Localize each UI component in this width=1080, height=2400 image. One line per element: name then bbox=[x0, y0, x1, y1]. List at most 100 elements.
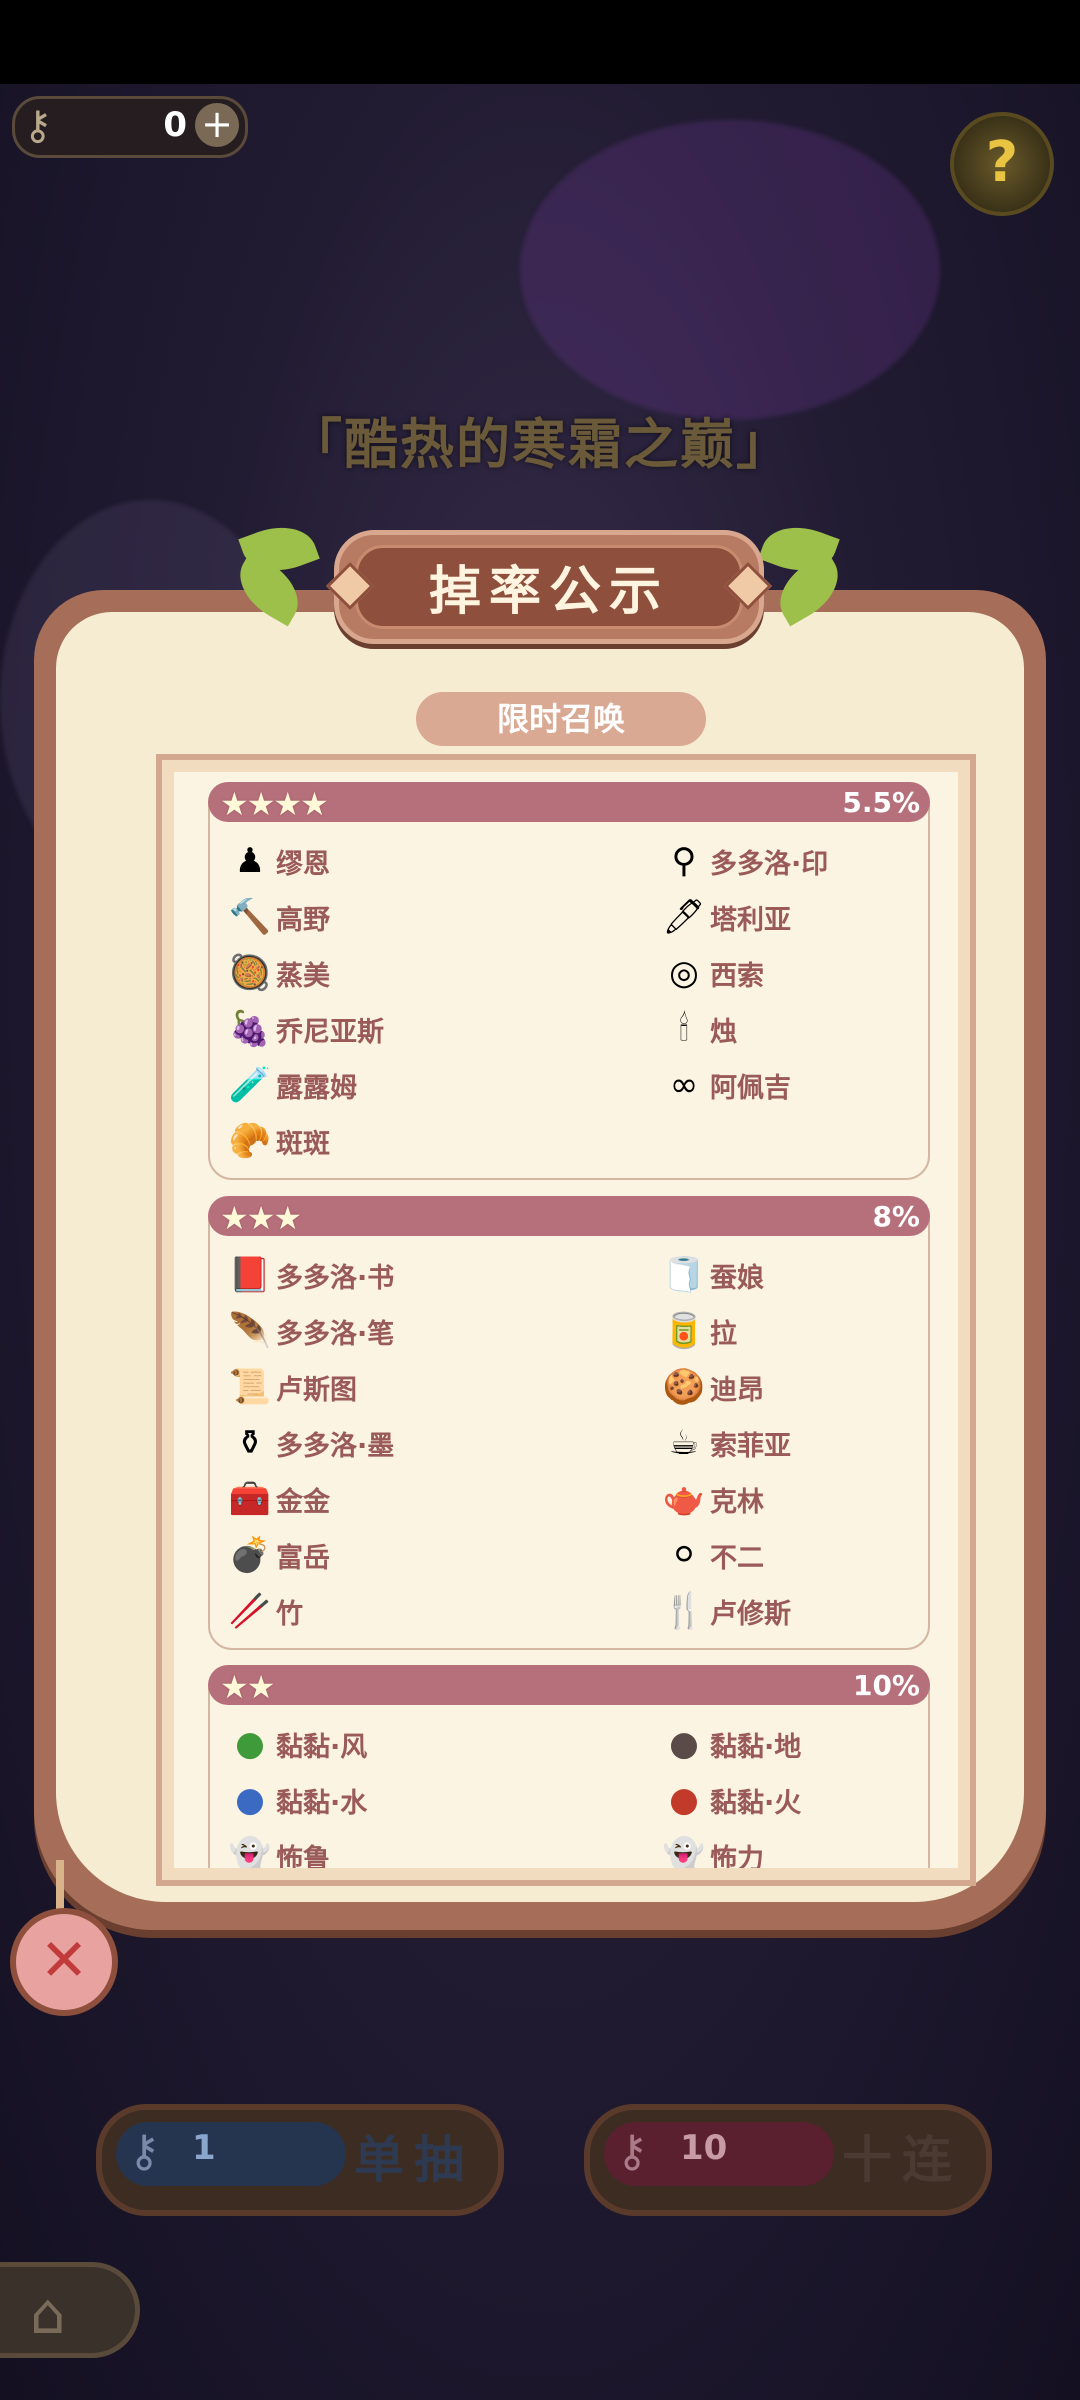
character-icon: 🫖 bbox=[662, 1479, 706, 1519]
character-name: 高野 bbox=[276, 904, 330, 936]
drop-rate: 10% bbox=[852, 1669, 920, 1702]
character-name: 阿佩吉 bbox=[710, 1072, 791, 1104]
character-name: 富岳 bbox=[276, 1542, 330, 1574]
help-button[interactable]: ? bbox=[950, 112, 1054, 216]
character-item: 🧰 金金 bbox=[228, 1474, 330, 1524]
character-name: 多多洛·书 bbox=[276, 1262, 395, 1294]
rate-list[interactable]: ★★★★ 5.5% ♟ 缪恩 ⚲ 多多洛·印 🔨 高野 🖊 塔利亚 🥘 蒸美 ◎ 西索 🍇 乔尼亚斯 🕯 烛 🧪 露露… bbox=[174, 772, 958, 1868]
character-icon: 🍴 bbox=[662, 1591, 706, 1631]
drop-rate: 5.5% bbox=[842, 786, 920, 819]
character-item: ◎ 西索 bbox=[662, 948, 764, 998]
character-item: 🔨 高野 bbox=[228, 892, 330, 942]
character-icon: ∞ bbox=[669, 1065, 699, 1105]
character-item: ♟ 缪恩 bbox=[228, 836, 330, 886]
character-icon: 🍇 bbox=[228, 1009, 272, 1049]
character-name: 多多洛·墨 bbox=[276, 1430, 395, 1462]
character-name: 黏黏·火 bbox=[710, 1787, 802, 1819]
character-item: 🖊 塔利亚 bbox=[662, 892, 791, 942]
character-name: 金金 bbox=[276, 1486, 330, 1518]
rarity-header: ★★★★ 5.5% bbox=[208, 782, 930, 823]
character-icon: 🪶 bbox=[228, 1311, 272, 1351]
character-name: 斑斑 bbox=[276, 1128, 330, 1160]
rarity-header: ★★ 10% bbox=[208, 1665, 930, 1706]
bg-glow bbox=[520, 120, 940, 420]
key-icon: ⚷ bbox=[616, 2126, 649, 2177]
character-name: 塔利亚 bbox=[710, 904, 791, 936]
rate-list-frame: ★★★★ 5.5% ♟ 缪恩 ⚲ 多多洛·印 🔨 高野 🖊 塔利亚 🥘 蒸美 ◎ 西索 🍇 乔尼亚斯 🕯 烛 🧪 露露… bbox=[156, 754, 976, 1886]
character-name: 拉 bbox=[710, 1318, 737, 1350]
character-name: 黏黏·水 bbox=[276, 1787, 368, 1819]
character-item: 🥫 拉 bbox=[662, 1306, 737, 1356]
character-icon: 🖊 bbox=[662, 897, 706, 937]
character-name: 竹 bbox=[276, 1598, 303, 1630]
ten-draw-button[interactable]: ⚷ 10 十连 bbox=[584, 2104, 992, 2216]
event-title: 「酷热的寒霜之巅」 bbox=[288, 413, 792, 476]
character-icon: 🥐 bbox=[228, 1121, 272, 1161]
character-name: 烛 bbox=[710, 1016, 737, 1048]
character-item: 🧻 蚕娘 bbox=[662, 1250, 764, 1300]
character-item: 🍴 卢修斯 bbox=[662, 1586, 791, 1636]
key-count: 0 bbox=[163, 105, 187, 145]
character-icon: 🥘 bbox=[228, 953, 272, 993]
modal-header: 掉率公示 bbox=[325, 530, 773, 644]
key-icon: ⚷ bbox=[23, 103, 53, 149]
character-name: 蒸美 bbox=[276, 960, 330, 992]
character-icon: ☕ bbox=[668, 1423, 700, 1463]
character-icon: ● bbox=[235, 1724, 265, 1764]
character-icon: 🍪 bbox=[662, 1367, 706, 1407]
character-name: 西索 bbox=[710, 960, 764, 992]
ten-draw-count: 10 bbox=[680, 2128, 728, 2168]
character-icon: 🧪 bbox=[228, 1065, 272, 1105]
key-counter: ⚷ 0 + bbox=[12, 96, 248, 158]
character-icon: ● bbox=[669, 1780, 699, 1820]
character-item: ⚱ 多多洛·墨 bbox=[228, 1418, 395, 1468]
tab-limited-summon[interactable]: 限时召唤 bbox=[416, 692, 706, 746]
help-icon: ? bbox=[985, 130, 1019, 195]
character-name: 不二 bbox=[710, 1542, 764, 1574]
key-icon: ⚷ bbox=[128, 2126, 161, 2177]
character-name: 卢修斯 bbox=[710, 1598, 791, 1630]
character-item: 🫖 克林 bbox=[662, 1474, 764, 1524]
character-name: 卢斯图 bbox=[276, 1374, 357, 1406]
close-button[interactable]: ✕ bbox=[10, 1908, 118, 2016]
character-item: 📕 多多洛·书 bbox=[228, 1250, 394, 1300]
character-item: ⚲ 多多洛·印 bbox=[662, 836, 829, 886]
rarity-section: ★★★ 8% 📕 多多洛·书 🧻 蚕娘 🪶 多多洛·笔 🥫 拉 📜 卢斯图 🍪 迪昂 ⚱ 多多洛·墨 ☕ 索菲亚 🧰… bbox=[208, 1196, 930, 1650]
single-draw-button[interactable]: ⚷ 1 单抽 bbox=[96, 2104, 504, 2216]
character-item: 🥢 竹 bbox=[228, 1586, 303, 1636]
character-icon: ♟ bbox=[234, 841, 266, 881]
character-icon: 🥫 bbox=[662, 1311, 706, 1351]
character-item: ● 黏黏·风 bbox=[228, 1719, 367, 1769]
character-item: 🥐 斑斑 bbox=[228, 1116, 330, 1166]
home-button[interactable]: ⌂ bbox=[0, 2262, 140, 2358]
drop-rate-modal: 限时召唤 ★★★★ 5.5% ♟ 缪恩 ⚲ 多多洛·印 🔨 高野 🖊 塔利亚 🥘 蒸美 ◎ 西索 🍇 乔尼亚斯… bbox=[34, 515, 1046, 1950]
character-name: 黏黏·地 bbox=[710, 1731, 802, 1763]
character-name: 缪恩 bbox=[276, 848, 330, 880]
character-item: 🕯 烛 bbox=[662, 1004, 737, 1054]
character-item: 🥘 蒸美 bbox=[228, 948, 330, 998]
character-icon: 🕯 bbox=[679, 1009, 689, 1049]
drop-rate: 8% bbox=[872, 1200, 920, 1233]
character-icon: ⚪ bbox=[669, 1535, 699, 1575]
character-name: 黏黏·风 bbox=[276, 1731, 368, 1763]
character-item: ● 黏黏·火 bbox=[662, 1775, 801, 1825]
character-icon: ● bbox=[669, 1724, 699, 1764]
ten-draw-label: 十连 bbox=[842, 2131, 962, 2189]
character-item: ∞ 阿佩吉 bbox=[662, 1060, 791, 1110]
character-icon: ◎ bbox=[669, 953, 699, 993]
star-rating-icon: ★★★ bbox=[220, 1199, 302, 1237]
character-icon: 🔨 bbox=[228, 897, 272, 937]
character-name: 多多洛·印 bbox=[710, 848, 829, 880]
character-item: ● 黏黏·地 bbox=[662, 1719, 801, 1769]
character-name: 克林 bbox=[710, 1486, 764, 1518]
home-icon: ⌂ bbox=[30, 2282, 66, 2347]
character-item: 👻 怖鲁 bbox=[228, 1831, 330, 1868]
character-icon: 🧰 bbox=[228, 1479, 272, 1519]
single-draw-count: 1 bbox=[192, 2128, 216, 2168]
character-icon: 🥢 bbox=[228, 1591, 272, 1631]
character-name: 露露姆 bbox=[276, 1072, 357, 1104]
character-item: 📜 卢斯图 bbox=[228, 1362, 357, 1412]
character-name: 多多洛·笔 bbox=[276, 1318, 395, 1350]
plus-icon[interactable]: + bbox=[195, 103, 239, 147]
character-name: 乔尼亚斯 bbox=[276, 1016, 384, 1048]
